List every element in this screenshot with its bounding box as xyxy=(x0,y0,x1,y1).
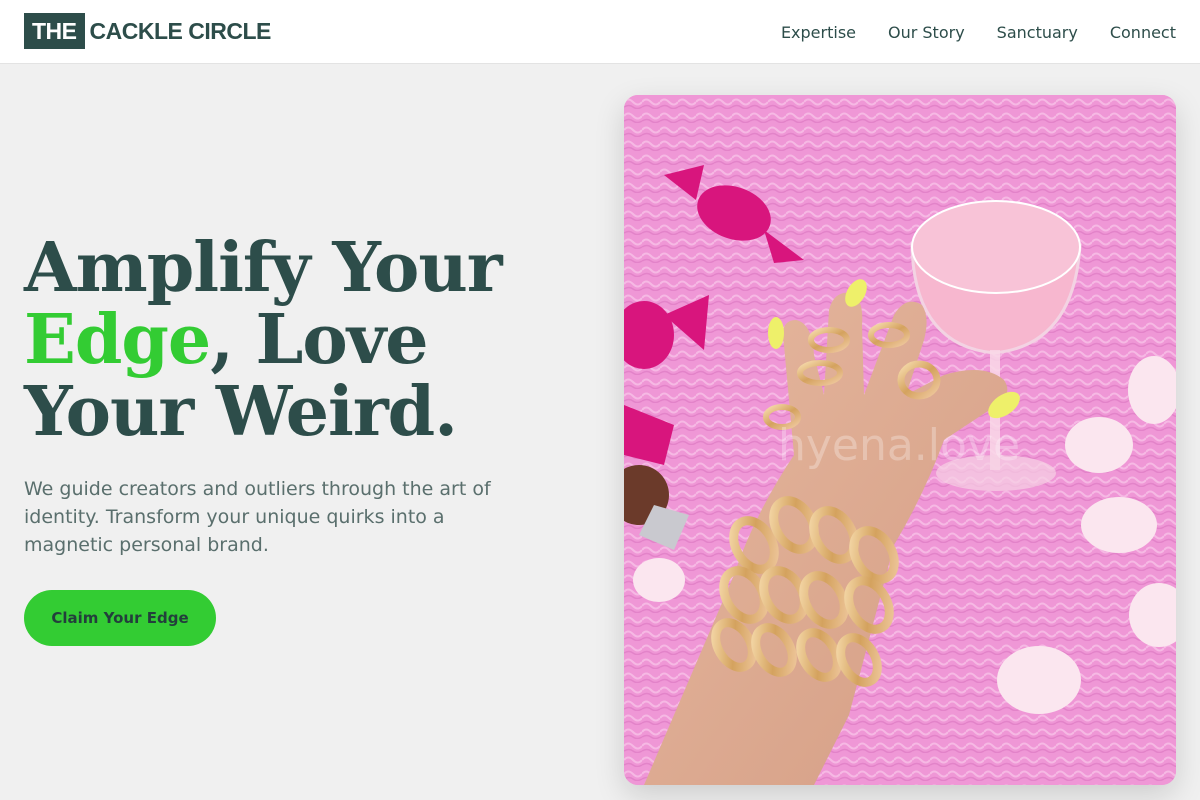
hero-headline: Amplify Your Edge, Love Your Weird. xyxy=(24,232,594,448)
logo-box-text: THE xyxy=(24,13,85,49)
headline-part1: Amplify Your xyxy=(24,228,503,308)
watermark-text: hyena.love xyxy=(778,420,1020,471)
main-nav: Expertise Our Story Sanctuary Connect xyxy=(749,0,1176,64)
nav-link-our-story[interactable]: Our Story xyxy=(888,23,965,42)
logo-text: CACKLE CIRCLE xyxy=(89,17,272,44)
logo[interactable]: THE CACKLE CIRCLE xyxy=(24,13,271,49)
nav-link-expertise[interactable]: Expertise xyxy=(781,23,856,42)
hero-photo-illustration: hyena.love xyxy=(624,95,1176,785)
hero-photo: hyena.love xyxy=(624,95,1176,785)
claim-your-edge-button[interactable]: Claim Your Edge xyxy=(24,590,216,646)
site-header: THE CACKLE CIRCLE Expertise Our Story Sa… xyxy=(0,0,1200,64)
nav-link-sanctuary[interactable]: Sanctuary xyxy=(997,23,1078,42)
headline-accent-word: Edge xyxy=(24,300,211,380)
nav-link-connect[interactable]: Connect xyxy=(1110,23,1176,42)
hero-subtext: We guide creators and outliers through t… xyxy=(24,478,491,556)
